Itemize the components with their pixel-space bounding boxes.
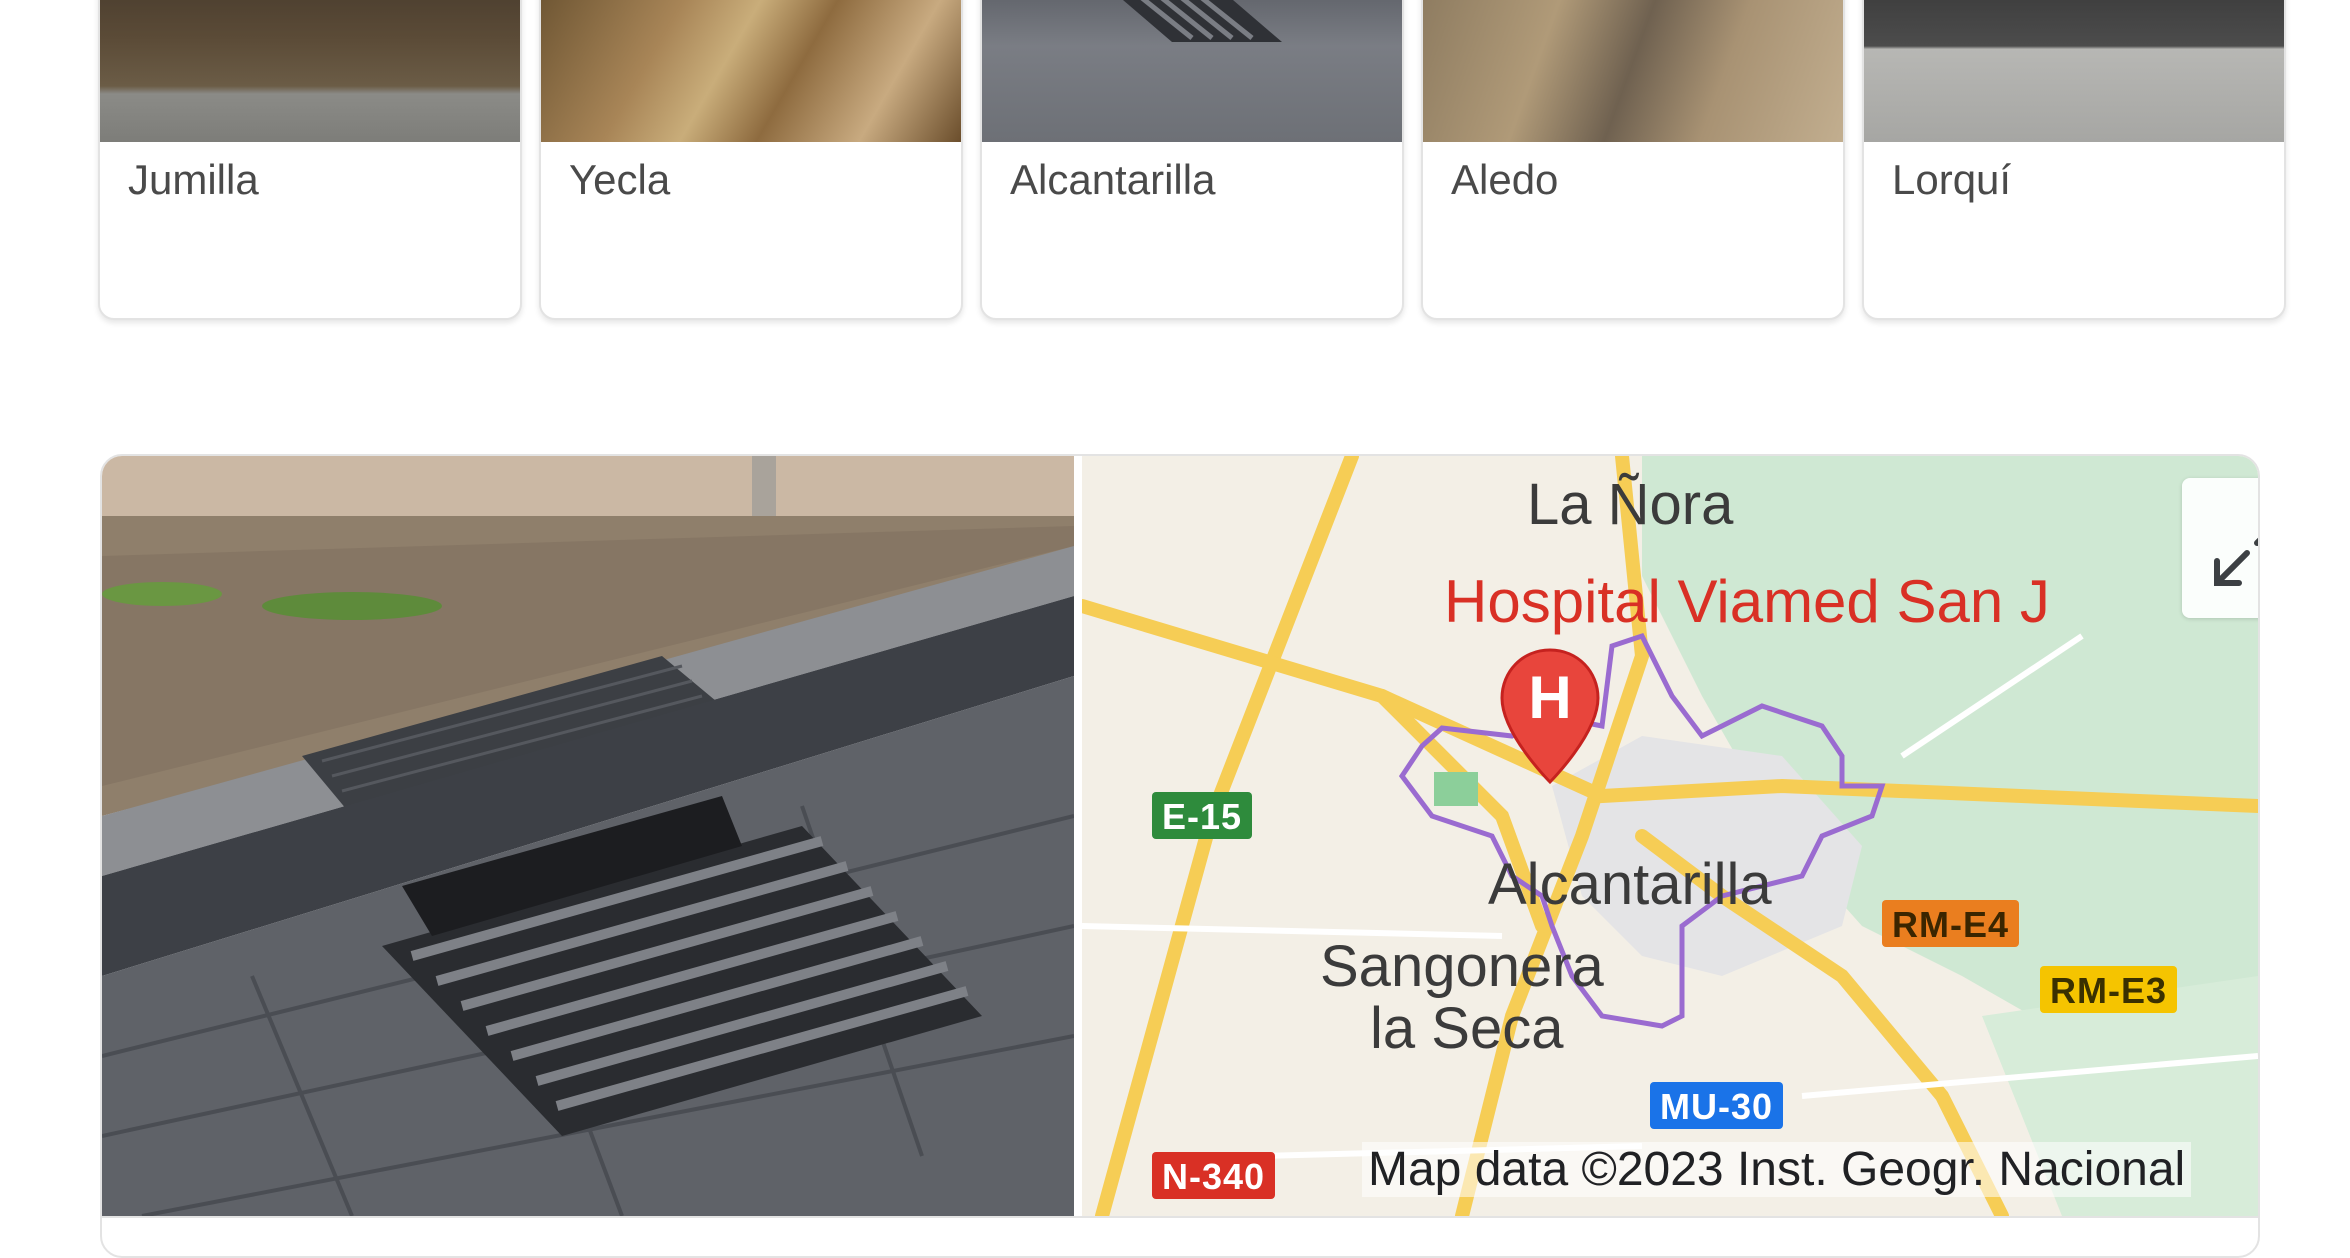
road-shield-n340: N-340 — [1152, 1152, 1276, 1200]
map-label-sangonera-line1: Sangonera — [1320, 934, 1604, 999]
map-label-hospital[interactable]: Hospital Viamed San J — [1444, 572, 2050, 632]
place-thumbnail — [1423, 0, 1843, 142]
road-shield-rm-e4: RM-E4 — [1882, 900, 2020, 948]
places-carousel: Jumilla Yecla Alcantarilla Aledo Lorquí — [98, 0, 2288, 320]
place-name: Jumilla — [128, 156, 259, 203]
road-shield-e15: E-15 — [1152, 792, 1253, 840]
road-shield-rm-e3: RM-E3 — [2040, 966, 2178, 1014]
map-view[interactable]: La Ñora Hospital Viamed San J Alcantaril… — [1082, 456, 2258, 1216]
hospital-marker-icon[interactable]: H — [1498, 646, 1602, 786]
map-label-la-nora: La Ñora — [1527, 472, 1734, 537]
place-card-yecla[interactable]: Yecla — [539, 0, 963, 320]
place-preview-panel: La Ñora Hospital Viamed San J Alcantaril… — [100, 454, 2260, 1258]
marker-letter: H — [1528, 664, 1571, 731]
place-card-aledo[interactable]: Aledo — [1421, 0, 1845, 320]
place-name: Alcantarilla — [1010, 156, 1216, 203]
place-thumbnail — [982, 0, 1402, 142]
place-thumbnail — [1864, 0, 2284, 142]
place-thumbnail — [541, 0, 961, 142]
expand-map-button[interactable] — [2182, 478, 2258, 618]
place-name: Lorquí — [1892, 156, 2012, 203]
place-photo[interactable] — [102, 456, 1074, 1216]
divider — [102, 1216, 2258, 1218]
expand-icon — [2214, 537, 2258, 586]
place-card-lorqui[interactable]: Lorquí — [1862, 0, 2286, 320]
place-thumbnail — [100, 0, 520, 142]
place-name: Yecla — [569, 156, 671, 203]
place-name: Aledo — [1451, 156, 1559, 203]
map-label-alcantarilla: Alcantarilla — [1488, 852, 1772, 917]
place-card-alcantarilla[interactable]: Alcantarilla — [980, 0, 1404, 320]
place-card-jumilla[interactable]: Jumilla — [98, 0, 522, 320]
map-attribution: Map data ©2023 Inst. Geogr. Nacional — [1362, 1142, 2192, 1197]
map-label-sangonera-line2: la Seca — [1370, 996, 1564, 1061]
road-shield-mu30: MU-30 — [1650, 1082, 1784, 1130]
